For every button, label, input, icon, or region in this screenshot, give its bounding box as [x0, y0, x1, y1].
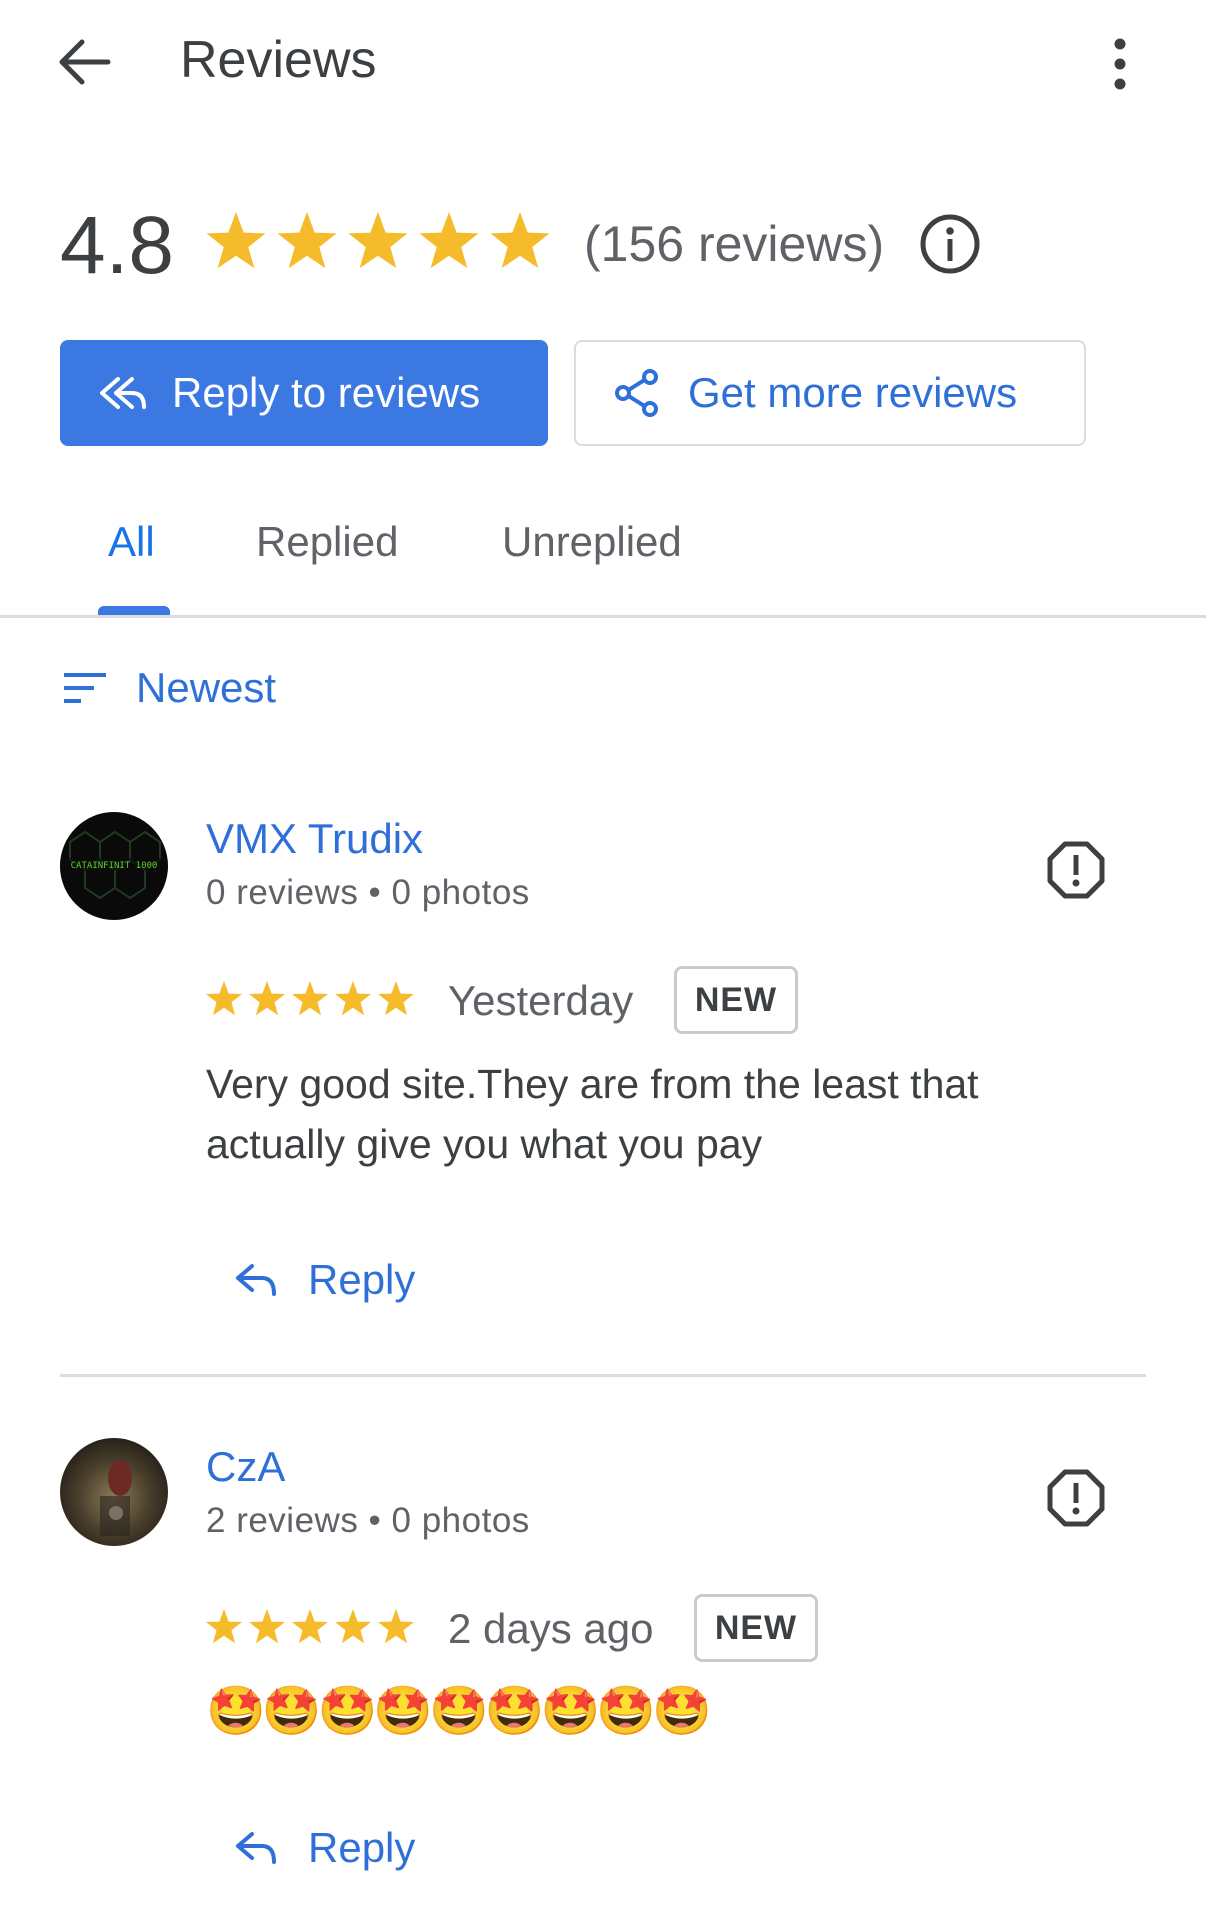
star-icon	[419, 212, 479, 269]
reply-to-reviews-button[interactable]: Reply to reviews	[60, 340, 548, 446]
review-date: 2 days ago	[448, 1605, 654, 1652]
reply-label: Reply	[308, 1256, 416, 1303]
reviewer-meta: 0 reviews • 0 photos	[206, 873, 530, 912]
reviewer-meta: 2 reviews • 0 photos	[206, 1501, 530, 1540]
back-button[interactable]	[52, 30, 116, 94]
reply-label: Reply	[308, 1824, 416, 1871]
more-vert-icon	[1114, 38, 1126, 90]
page-title: Reviews	[180, 31, 377, 89]
star-icon	[206, 1609, 242, 1644]
get-more-reviews-label: Get more reviews	[688, 369, 1018, 416]
tab-unreplied[interactable]: Unreplied	[502, 512, 682, 572]
tab-replied[interactable]: Replied	[256, 512, 398, 572]
review-text: Very good site.They are from the least t…	[206, 1061, 979, 1167]
avatar-text: CATAINFINIT 1000	[71, 861, 158, 871]
star-icon	[292, 981, 328, 1016]
report-icon	[1047, 1469, 1105, 1527]
avatar[interactable]	[60, 1438, 168, 1546]
more-options-button[interactable]	[1090, 34, 1150, 94]
star-icon	[206, 981, 242, 1016]
reviewer-name[interactable]: CzA	[206, 1440, 285, 1494]
flag-button[interactable]	[1046, 840, 1106, 900]
share-icon	[615, 369, 658, 417]
reply-button[interactable]: Reply	[234, 1824, 415, 1872]
tab-all[interactable]: All	[108, 512, 155, 572]
report-icon	[1047, 841, 1105, 899]
avatar[interactable]: CATAINFINIT 1000	[60, 812, 168, 920]
info-icon	[920, 214, 980, 274]
info-button[interactable]	[918, 212, 982, 276]
star-icon	[490, 212, 550, 269]
new-badge: NEW	[674, 966, 798, 1034]
star-icon	[335, 1609, 371, 1644]
rating-stars	[206, 210, 552, 274]
star-icon	[249, 981, 285, 1016]
tabs-divider	[0, 615, 1206, 618]
review-date: Yesterday	[448, 977, 634, 1024]
sort-label: Newest	[136, 664, 277, 711]
review-count: (156 reviews)	[584, 216, 885, 272]
reply-all-icon	[100, 377, 146, 409]
sort-button[interactable]: Newest	[62, 664, 276, 712]
reviewer-name[interactable]: VMX Trudix	[206, 812, 423, 866]
get-more-reviews-button[interactable]: Get more reviews	[574, 340, 1086, 446]
review-divider	[60, 1374, 1146, 1377]
reply-icon	[236, 1832, 276, 1864]
reply-button[interactable]: Reply	[234, 1256, 415, 1304]
new-badge: NEW	[694, 1594, 818, 1662]
review-text: 🤩🤩🤩🤩🤩🤩🤩🤩🤩	[206, 1685, 712, 1738]
arrow-back-icon	[59, 39, 111, 85]
reply-icon	[236, 1264, 276, 1296]
star-icon	[378, 1609, 414, 1644]
star-icon	[206, 212, 266, 269]
star-icon	[348, 212, 408, 269]
review-rating-stars	[206, 980, 416, 1018]
flag-button[interactable]	[1046, 1468, 1106, 1528]
sort-icon	[64, 673, 106, 703]
star-icon	[249, 1609, 285, 1644]
star-icon	[335, 981, 371, 1016]
star-icon	[292, 1609, 328, 1644]
average-rating: 4.8	[60, 200, 174, 291]
star-icon	[277, 212, 337, 269]
reply-to-reviews-label: Reply to reviews	[172, 369, 481, 416]
review-rating-stars	[206, 1608, 416, 1646]
star-icon	[378, 981, 414, 1016]
